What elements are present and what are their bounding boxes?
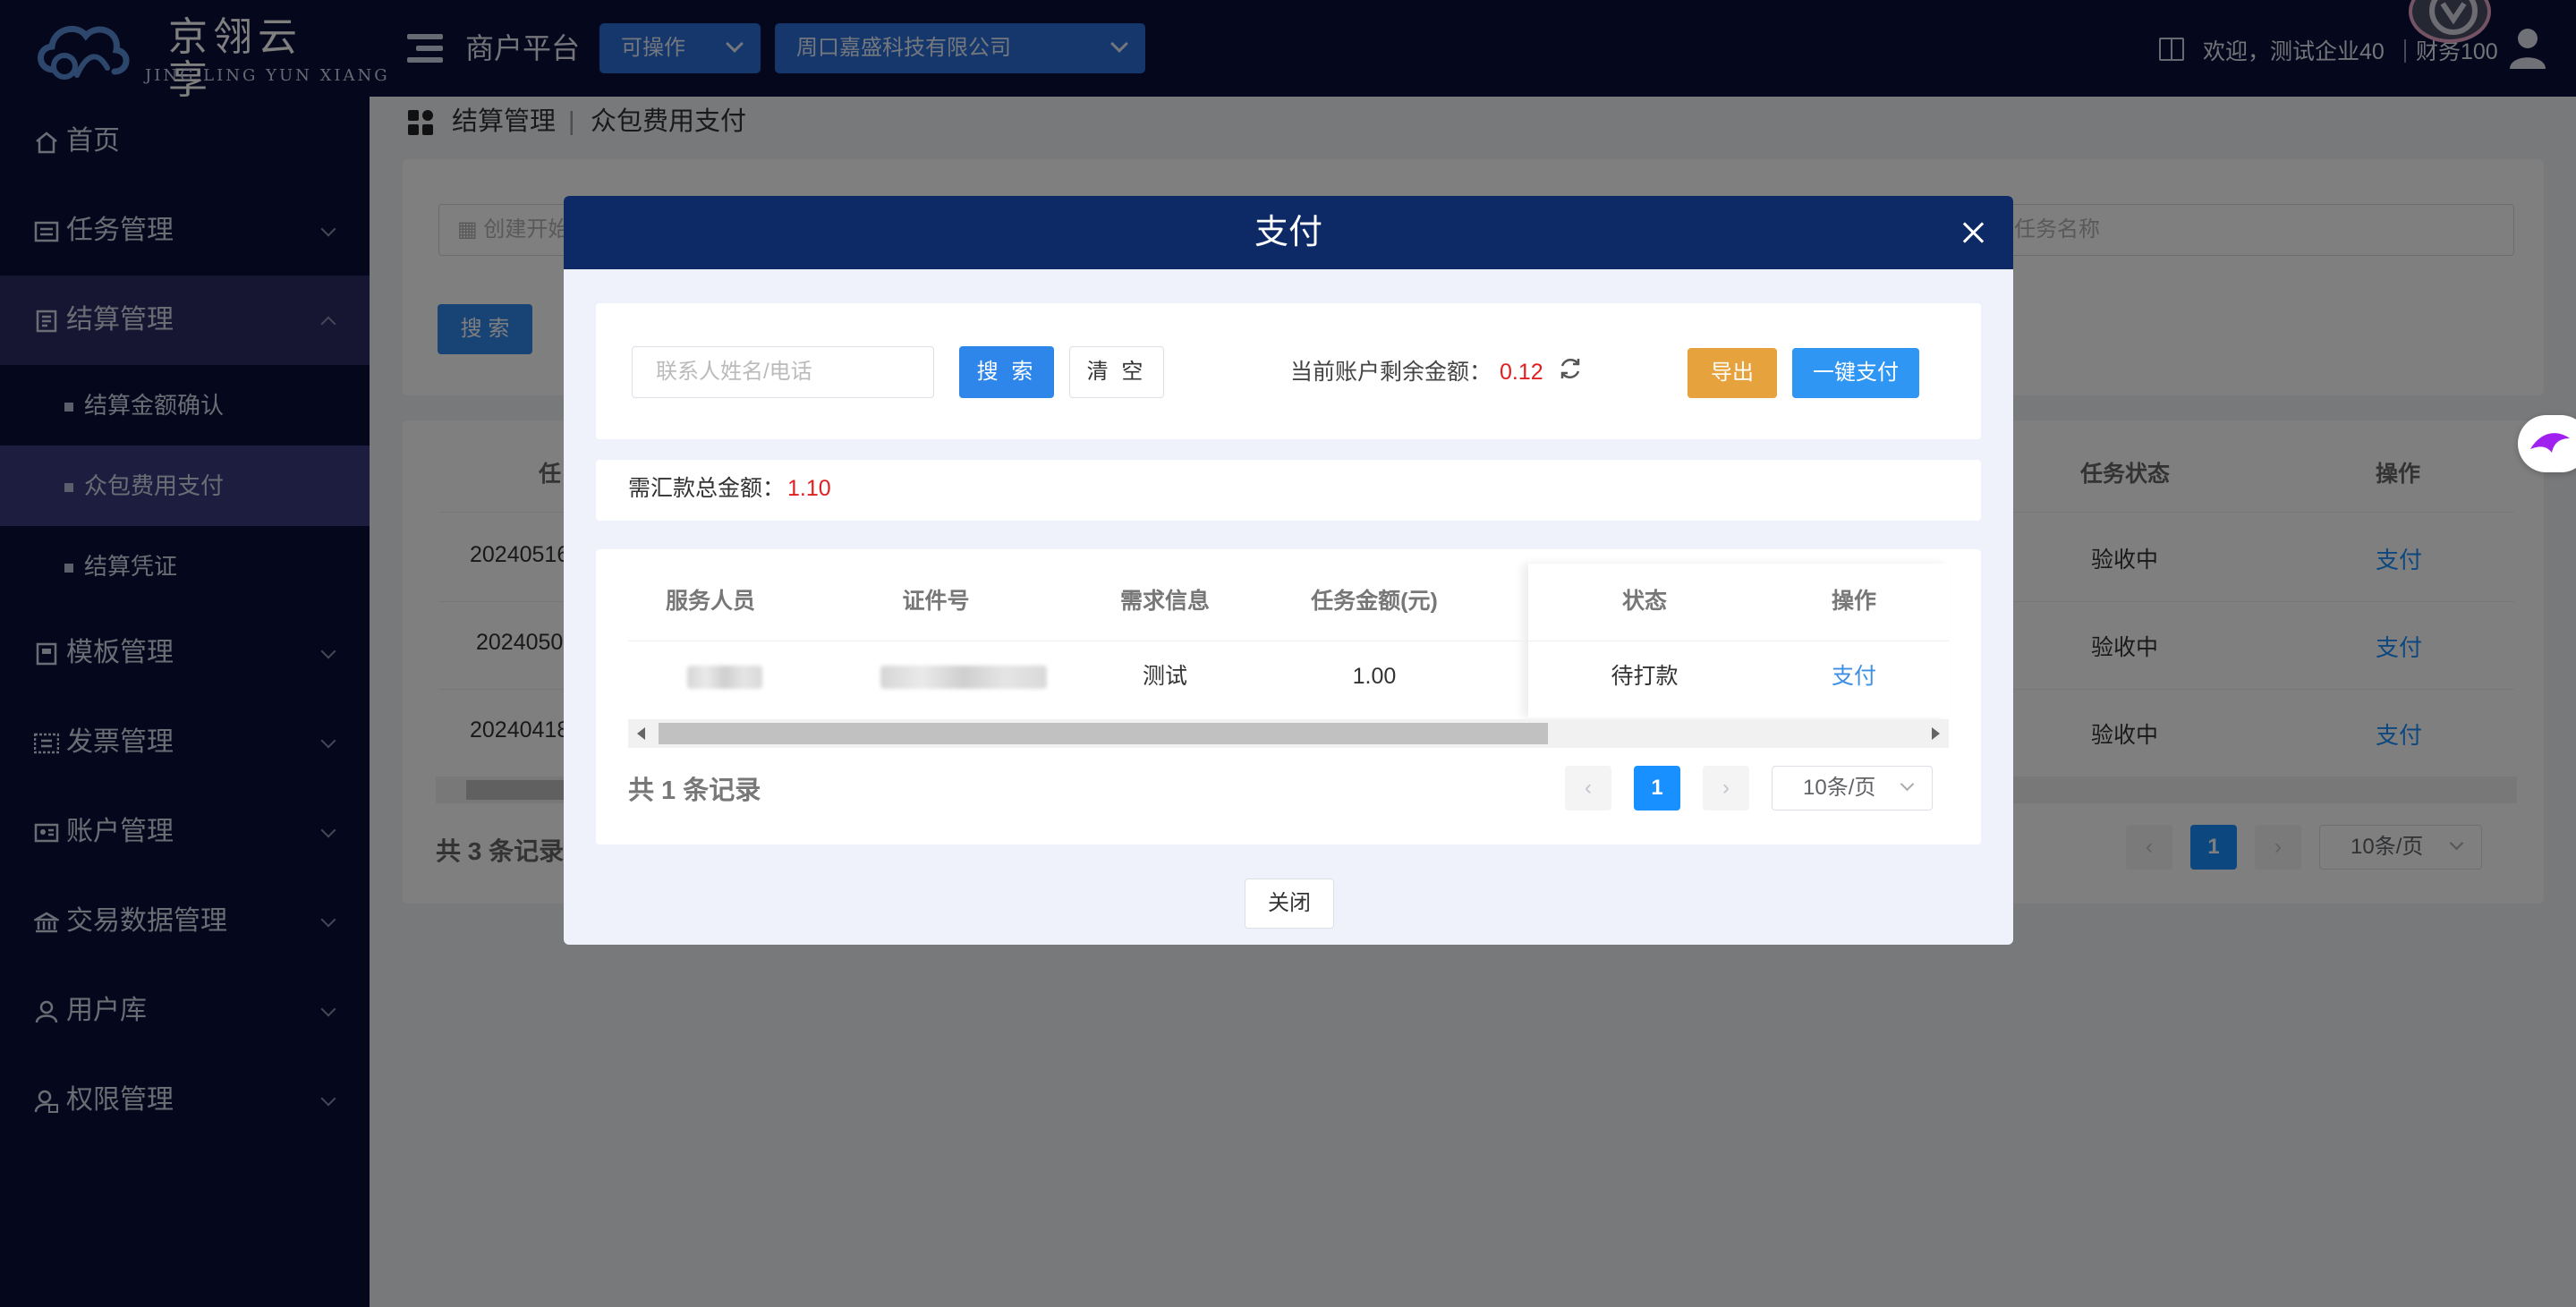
table-header-status: 状态	[1621, 589, 1667, 614]
scroll-left-icon[interactable]	[637, 727, 645, 740]
contact-search-input[interactable]: 联系人姓名/电话	[632, 346, 934, 398]
modal-search-button[interactable]: 搜 索	[959, 346, 1054, 398]
modal-close-button[interactable]: 关闭	[1245, 878, 1334, 929]
chevron-down-icon	[1900, 777, 1915, 792]
table-header-action: 操作	[1831, 589, 1876, 614]
page-size-value: 10条/页	[1803, 776, 1876, 800]
pay-link[interactable]: 支付	[1809, 660, 1899, 692]
table-header-demand: 需求信息	[1119, 589, 1210, 614]
remit-sum-label: 需汇款总金额：	[628, 476, 786, 501]
table-header-worker: 服务人员	[665, 589, 755, 614]
contact-search-placeholder: 联系人姓名/电话	[656, 360, 812, 384]
page-size-select[interactable]: 10条/页	[1772, 766, 1933, 811]
next-page-button[interactable]: ›	[1703, 766, 1749, 811]
export-button[interactable]: 导出	[1688, 348, 1777, 398]
modal-clear-button[interactable]: 清 空	[1069, 346, 1164, 398]
remit-sum-value: 1.10	[787, 476, 831, 501]
payment-modal: 支付 联系人姓名/电话 搜 索 清 空 当前账户剩余金额： 0.12 导出 一键…	[564, 196, 2013, 945]
modal-search-panel: 联系人姓名/电话 搜 索 清 空 当前账户剩余金额： 0.12 导出 一键支付	[596, 303, 1981, 439]
balance-value: 0.12	[1500, 360, 1543, 385]
remit-sum-panel: 需汇款总金额： 1.10	[596, 460, 1981, 521]
scrollbar-thumb[interactable]	[659, 723, 1548, 744]
close-icon[interactable]	[1960, 219, 1986, 246]
table-header-amount: 任务金额(元)	[1311, 589, 1438, 614]
table-cell-demand: 测试	[1142, 664, 1187, 689]
id-number-redacted	[880, 666, 1047, 689]
prev-page-button[interactable]: ‹	[1565, 766, 1611, 811]
modal-table-panel: 服务人员 证件号 需求信息 任务金额(元) 状态 操作 测试 1.00 待打款 …	[596, 549, 1981, 844]
table-cell-amount: 1.00	[1352, 664, 1397, 689]
scroll-right-icon[interactable]	[1932, 727, 1940, 740]
worker-name-redacted	[687, 666, 762, 689]
page-number-current[interactable]: 1	[1634, 766, 1680, 811]
pay-all-button[interactable]: 一键支付	[1792, 348, 1919, 398]
bird-icon	[2530, 433, 2570, 453]
floating-helper-button[interactable]	[2518, 415, 2576, 472]
balance-label: 当前账户剩余金额：	[1290, 360, 1492, 385]
table-header-id-number: 证件号	[902, 589, 970, 614]
table-cell-status: 待打款	[1611, 664, 1679, 689]
table-scrollbar[interactable]	[628, 719, 1949, 748]
modal-total-records: 共 1 条记录	[628, 777, 761, 805]
refresh-icon[interactable]	[1557, 355, 1584, 382]
modal-header: 支付	[564, 196, 2013, 269]
modal-title: 支付	[1254, 214, 1322, 251]
